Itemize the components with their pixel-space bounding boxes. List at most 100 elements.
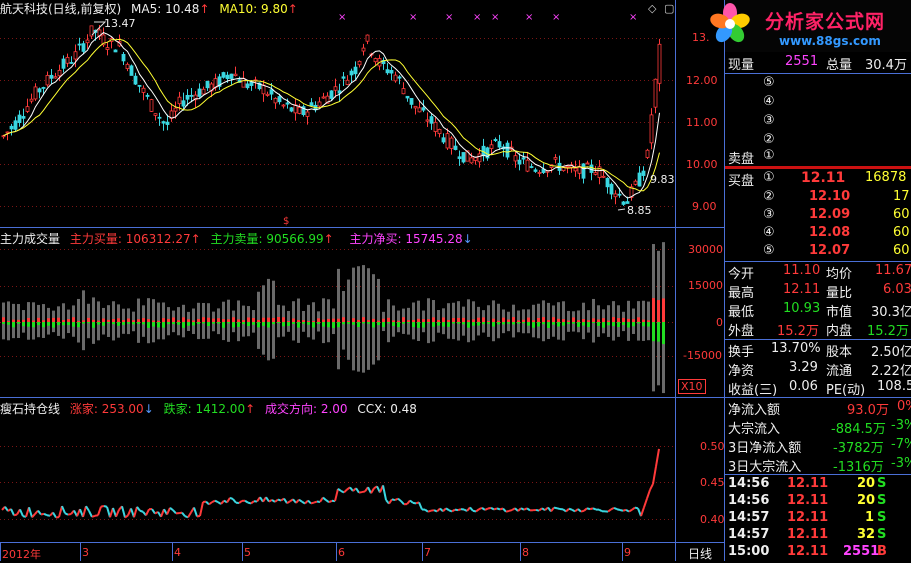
stat-label: 收益(三) [728, 379, 777, 398]
stat-row-outer: 外盘 15.2万 内盘 15.2万 [725, 320, 909, 339]
x-label-9: 9 [624, 546, 631, 559]
buy-level-volume: 17 [893, 189, 910, 204]
tick-side: B [877, 544, 887, 559]
main-buy-label: 主力买量: 106312.27 [70, 232, 191, 246]
rise-down-arrow: ↓ [144, 402, 154, 416]
stat-value: 11.67 [875, 263, 911, 278]
sell-level-3: ③ [725, 113, 909, 132]
tick-row: 15:0012.112551B [725, 544, 909, 563]
stat-value: 6.03 [883, 282, 911, 297]
ccx-label: CCX: 0.48 [357, 402, 417, 416]
stat-value: 12.11 [783, 282, 820, 297]
stat-value: 3.29 [789, 360, 818, 375]
buy-level-price: 12.08 [809, 225, 850, 240]
price-candles [2, 25, 661, 206]
buy-level-3: ③ 12.09 60 [725, 207, 909, 226]
buy-up-arrow: ↑ [191, 232, 201, 246]
stat-row-low: 最低 10.93 市值 30.3亿 [725, 301, 909, 320]
x-label-8: 8 [522, 546, 529, 559]
ma5-up-arrow: ↑ [199, 2, 209, 16]
flow-value: -1316万 [833, 456, 884, 475]
kline-chart-svg[interactable]: ××× ××× ×× $ ◇ ▢ [0, 0, 725, 561]
x-label-5: 5 [244, 546, 251, 559]
vol-tick-neg15000: -15000 [683, 349, 722, 362]
flow-pct: -3% [891, 418, 911, 433]
price-tick-10: 10.00 [686, 158, 718, 171]
flow-row-3d-net: 3日净流入额 -3782万 -7% [725, 437, 909, 456]
flow-label: 净流入额 [728, 399, 780, 418]
quote-panel: 分析家公式网 www.88gs.com 现量 2551 总量 30.4万 ⑤ ④… [725, 0, 911, 561]
stat-label: 均价 [826, 263, 852, 282]
tick-time: 14:57 [728, 510, 769, 525]
x-label-4: 4 [174, 546, 181, 559]
flow-value: -3782万 [833, 437, 884, 456]
low-price-mark: 8.85 [627, 204, 652, 217]
tick-volume: 32 [857, 527, 875, 542]
stat2-row-netasset: 净资 3.29 流通 2.22亿 [725, 360, 909, 379]
sell-level-4: ④ [725, 94, 909, 113]
sell-level-1: 卖盘 ① [725, 148, 909, 167]
buy-level-num: ① [763, 170, 775, 185]
stat-label: 股本 [826, 341, 852, 360]
stat-value: 10.93 [783, 301, 820, 316]
stat-row-high: 最高 12.11 量比 6.03 [725, 282, 909, 301]
tick-time: 15:00 [728, 544, 769, 559]
price-tick-9: 9.00 [692, 200, 717, 213]
stat-label: 内盘 [826, 320, 852, 339]
tick-price: 12.11 [787, 493, 828, 508]
stat-label: 净资 [728, 360, 754, 379]
flow-value: 93.0万 [847, 399, 889, 418]
logo-url: www.88gs.com [779, 34, 881, 48]
buy-level-volume: 16878 [865, 170, 906, 185]
ma-lines [4, 33, 660, 199]
tick-volume: 1 [865, 510, 874, 525]
svg-text:×: × [629, 12, 637, 23]
direction-label: 成交方向: 2.00 [265, 402, 348, 416]
volume-bars [2, 242, 665, 393]
net-down-arrow: ↓ [463, 232, 473, 246]
buy-level-price: 12.09 [809, 207, 850, 222]
x-label-3: 3 [82, 546, 89, 559]
buy-level-num: ③ [763, 207, 775, 222]
ind-tick-045: 0.45 [700, 476, 725, 489]
price-tick-11: 11.00 [686, 116, 718, 129]
ma10-label: MA10: 9.80 [219, 2, 287, 16]
period-label[interactable]: 日线 [688, 545, 712, 562]
x-label-7: 7 [424, 546, 431, 559]
stat-value: 2.22亿 [871, 360, 911, 379]
stock-title: 航天科技(日线,前复权) [0, 2, 121, 16]
logo-name: 分析家公式网 [765, 7, 885, 34]
stat-label: PE(动) [826, 379, 865, 398]
buy-level-volume: 60 [893, 243, 910, 258]
chart-area[interactable]: ××× ××× ×× $ ◇ ▢ [0, 0, 725, 561]
stat2-row-turnover: 换手 13.70% 股本 2.50亿 [725, 341, 909, 360]
stat-label: 外盘 [728, 320, 754, 339]
stat-label: 换手 [728, 341, 754, 360]
flow-label: 3日大宗流入 [728, 456, 801, 475]
indicator-title: 瘦石持仓线 [0, 402, 60, 416]
tick-price: 12.11 [787, 544, 828, 559]
x-label-2012: 2012年 [2, 546, 41, 562]
flow-pct: 0% [897, 399, 911, 414]
stat-label: 市值 [826, 301, 852, 320]
flow-label: 3日净流入额 [728, 437, 801, 456]
svg-text:$: $ [283, 216, 289, 227]
buy-level-2: ② 12.10 17 [725, 189, 909, 208]
tick-price: 12.11 [787, 510, 828, 525]
vol-tick-15000: 15000 [688, 279, 723, 292]
sell-level-num: ① [763, 148, 775, 163]
tick-list[interactable]: 14:5612.1120S14:5612.1120S14:5712.111S14… [725, 476, 911, 561]
price-tick-13: 13. [692, 31, 710, 44]
tick-side: S [877, 493, 886, 508]
sell-label: 卖盘 [728, 148, 754, 167]
tick-side: S [877, 510, 886, 525]
current-volume-value: 2551 [785, 54, 818, 69]
x-axis-ticks [1, 542, 623, 561]
indicator-line [2, 449, 659, 518]
svg-text:×: × [552, 12, 560, 23]
flow-value: -884.5万 [831, 418, 886, 437]
tick-volume: 20 [857, 476, 875, 491]
current-volume-label: 现量 [728, 54, 754, 73]
tick-price: 12.11 [787, 527, 828, 542]
svg-text:◇: ◇ [648, 2, 657, 15]
